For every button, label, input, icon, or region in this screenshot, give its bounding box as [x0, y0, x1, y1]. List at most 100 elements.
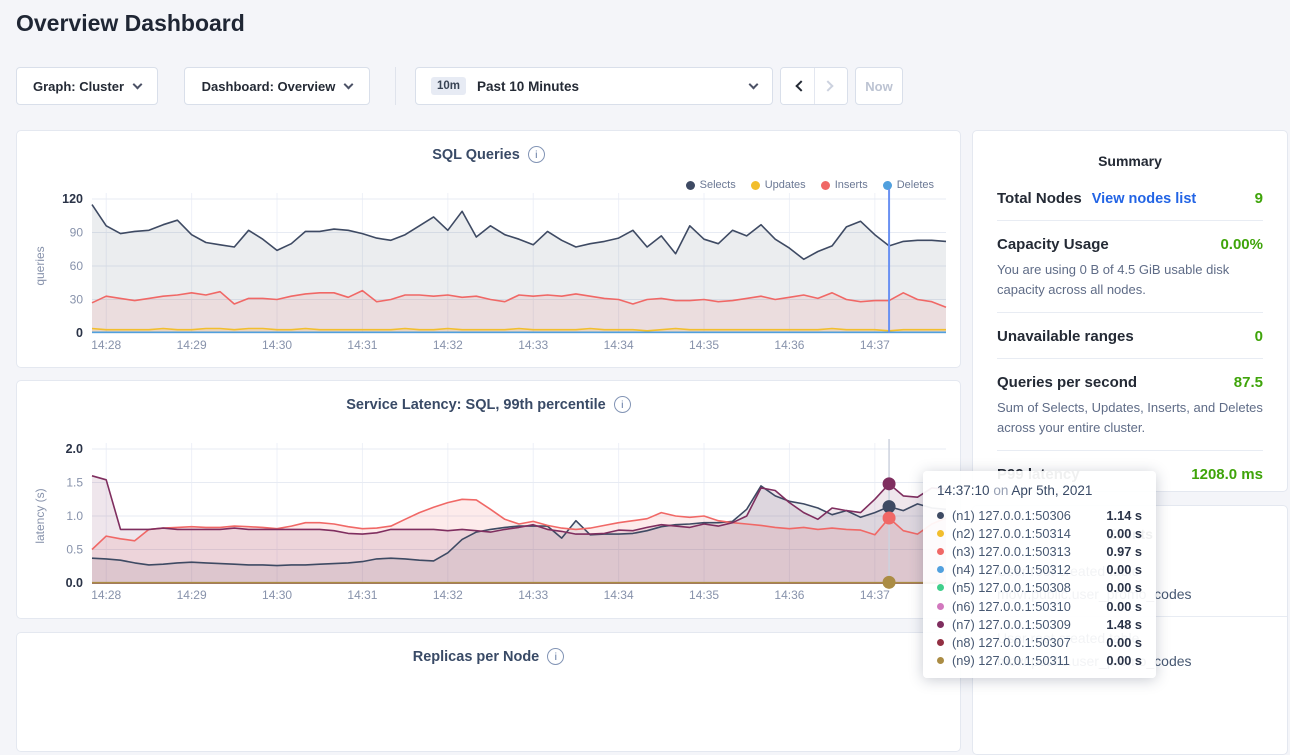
- service-latency-card: Service Latency: SQL, 99th percentile i …: [16, 380, 961, 619]
- service-latency-chart[interactable]: 14:2814:2914:3014:3114:3214:3314:3414:35…: [30, 437, 950, 613]
- summary-row-total-nodes: Total Nodes View nodes list 9: [997, 175, 1263, 220]
- svg-text:14:34: 14:34: [604, 338, 634, 352]
- series-dot-icon: [937, 512, 944, 519]
- chart-title-text: SQL Queries: [432, 147, 520, 163]
- svg-text:1.5: 1.5: [66, 476, 83, 490]
- svg-text:14:33: 14:33: [518, 338, 548, 352]
- summary-title: Summary: [997, 153, 1263, 169]
- svg-text:14:37: 14:37: [860, 588, 890, 602]
- tooltip-node-value: 1.14 s: [1106, 508, 1142, 523]
- sql-queries-chart[interactable]: 14:2814:2914:3014:3114:3214:3314:3414:35…: [30, 187, 950, 363]
- series-dot-icon: [937, 621, 944, 628]
- chart-title: Replicas per Node i: [17, 648, 960, 665]
- tooltip-node-label: (n7) 127.0.0.1:50309: [952, 617, 1098, 632]
- tooltip-node-row: (n3) 127.0.0.1:503130.97 s: [937, 542, 1142, 560]
- time-range-picker[interactable]: 10m Past 10 Minutes: [415, 67, 773, 105]
- unavailable-ranges-label: Unavailable ranges: [997, 328, 1134, 345]
- info-icon[interactable]: i: [547, 648, 564, 665]
- svg-text:14:35: 14:35: [689, 588, 719, 602]
- tooltip-node-label: (n3) 127.0.0.1:50313: [952, 544, 1098, 559]
- capacity-value: 0.00%: [1220, 236, 1263, 253]
- tooltip-node-label: (n9) 127.0.0.1:50311: [952, 653, 1098, 668]
- svg-text:14:33: 14:33: [518, 588, 548, 602]
- svg-text:1.0: 1.0: [66, 509, 83, 523]
- chevron-down-icon: [133, 80, 143, 90]
- view-nodes-list-link[interactable]: View nodes list: [1092, 191, 1197, 207]
- tooltip-node-label: (n2) 127.0.0.1:50314: [952, 526, 1098, 541]
- svg-text:14:29: 14:29: [177, 588, 207, 602]
- replicas-per-node-card: Replicas per Node i: [16, 632, 961, 752]
- capacity-label: Capacity Usage: [997, 236, 1109, 253]
- time-range-badge: 10m: [431, 77, 466, 95]
- p99-latency-value: 1208.0 ms: [1191, 466, 1263, 483]
- tooltip-node-value: 0.00 s: [1106, 599, 1142, 614]
- svg-text:14:29: 14:29: [177, 338, 207, 352]
- series-dot-icon: [937, 584, 944, 591]
- qps-description: Sum of Selects, Updates, Inserts, and De…: [997, 398, 1263, 450]
- svg-text:latency (s): latency (s): [33, 488, 47, 543]
- summary-panel: Summary Total Nodes View nodes list 9 Ca…: [972, 130, 1288, 492]
- time-range-label: Past 10 Minutes: [477, 79, 739, 94]
- tooltip-node-value: 0.00 s: [1106, 580, 1142, 595]
- dashboard-controls: Graph: Cluster Dashboard: Overview 10m P…: [16, 67, 903, 105]
- now-button[interactable]: Now: [855, 67, 903, 105]
- svg-text:14:34: 14:34: [604, 588, 634, 602]
- tooltip-node-value: 0.00 s: [1106, 562, 1142, 577]
- dashboard-dropdown[interactable]: Dashboard: Overview: [184, 67, 370, 105]
- svg-text:60: 60: [70, 259, 84, 273]
- svg-text:14:32: 14:32: [433, 338, 463, 352]
- unavailable-ranges-value: 0: [1255, 328, 1263, 345]
- tooltip-timestamp: 14:37:10 on Apr 5th, 2021: [937, 483, 1142, 498]
- svg-text:14:31: 14:31: [347, 338, 377, 352]
- time-prev-button[interactable]: [781, 68, 814, 104]
- tooltip-node-row: (n2) 127.0.0.1:50314 0.00 s: [937, 524, 1142, 542]
- tooltip-node-row: (n8) 127.0.0.1:50307 0.00 s: [937, 633, 1142, 651]
- info-icon[interactable]: i: [614, 396, 631, 413]
- capacity-description: You are using 0 B of 4.5 GiB usable disk…: [997, 260, 1263, 312]
- tooltip-node-label: (n1) 127.0.0.1:50306: [952, 508, 1098, 523]
- svg-text:14:31: 14:31: [347, 588, 377, 602]
- page-title: Overview Dashboard: [16, 10, 245, 37]
- tooltip-node-label: (n4) 127.0.0.1:50312: [952, 562, 1098, 577]
- tooltip-node-row: (n5) 127.0.0.1:503080.00 s: [937, 579, 1142, 597]
- tooltip-node-value: 0.00 s: [1106, 526, 1142, 541]
- chart-title-text: Service Latency: SQL, 99th percentile: [346, 397, 606, 413]
- graph-dropdown[interactable]: Graph: Cluster: [16, 67, 158, 105]
- tooltip-node-value: 0.00 s: [1106, 635, 1142, 650]
- chevron-right-icon: [822, 80, 833, 91]
- chart-hover-tooltip: 14:37:10 on Apr 5th, 2021 (n1) 127.0.0.1…: [923, 471, 1156, 678]
- svg-text:0.5: 0.5: [66, 543, 83, 557]
- series-dot-icon: [937, 657, 944, 664]
- svg-text:14:28: 14:28: [91, 338, 121, 352]
- time-next-button[interactable]: [814, 68, 847, 104]
- series-dot-icon: [937, 603, 944, 610]
- chevron-down-icon: [749, 80, 759, 90]
- svg-text:90: 90: [70, 226, 84, 240]
- qps-label: Queries per second: [997, 374, 1137, 391]
- tooltip-node-label: (n8) 127.0.0.1:50307: [952, 635, 1098, 650]
- svg-text:120: 120: [62, 192, 83, 206]
- svg-text:queries: queries: [33, 246, 47, 285]
- svg-text:14:37: 14:37: [860, 338, 890, 352]
- tooltip-node-row: (n7) 127.0.0.1:503091.48 s: [937, 615, 1142, 633]
- chart-title: SQL Queries i: [17, 146, 960, 163]
- svg-text:14:35: 14:35: [689, 338, 719, 352]
- svg-text:2.0: 2.0: [66, 442, 83, 456]
- chevron-left-icon: [795, 80, 806, 91]
- series-dot-icon: [937, 548, 944, 555]
- total-nodes-value: 9: [1255, 190, 1263, 207]
- svg-text:14:28: 14:28: [91, 588, 121, 602]
- chevron-down-icon: [344, 80, 354, 90]
- dashboard-dropdown-label: Dashboard: Overview: [202, 79, 336, 94]
- svg-text:14:32: 14:32: [433, 588, 463, 602]
- tooltip-node-row: (n6) 127.0.0.1:503100.00 s: [937, 597, 1142, 615]
- svg-text:0: 0: [76, 326, 83, 340]
- chart-title: Service Latency: SQL, 99th percentile i: [17, 396, 960, 413]
- tooltip-on: on: [993, 483, 1008, 498]
- tooltip-node-row: (n9) 127.0.0.1:503110.00 s: [937, 652, 1142, 670]
- total-nodes-label: Total Nodes: [997, 190, 1082, 207]
- tooltip-node-row: (n4) 127.0.0.1:50312 0.00 s: [937, 561, 1142, 579]
- info-icon[interactable]: i: [528, 146, 545, 163]
- tooltip-node-row: (n1) 127.0.0.1:50306 1.14 s: [937, 506, 1142, 524]
- svg-text:14:36: 14:36: [774, 338, 804, 352]
